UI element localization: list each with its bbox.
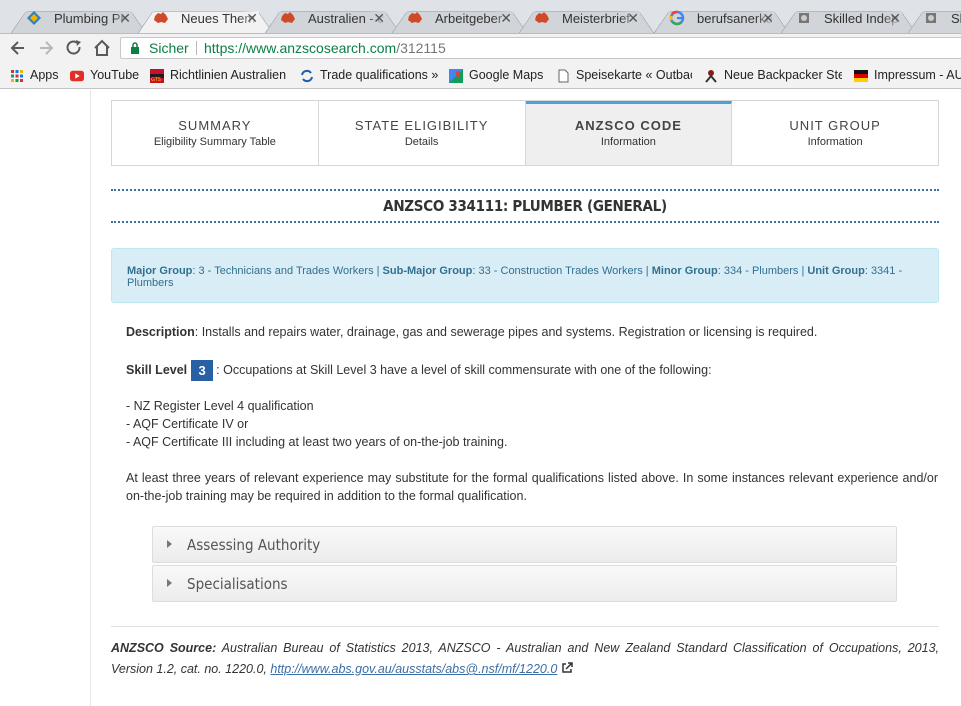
australia-map-favicon-icon	[408, 12, 422, 23]
unit-group-label: Unit Group	[807, 265, 865, 277]
close-tab-icon[interactable]: ✕	[500, 11, 512, 25]
group-info-box: Major Group: 3 - Technicians and Trades …	[111, 248, 939, 303]
sub-major-group-label: Sub-Major Group	[382, 265, 473, 277]
major-group-label: Major Group	[127, 265, 193, 277]
apps-grid-icon	[11, 69, 23, 82]
close-tab-icon[interactable]: ✕	[762, 11, 774, 25]
minor-group-label: Minor Group	[651, 265, 718, 277]
australia-map-favicon-icon	[154, 12, 168, 23]
skill-level-badge: 3	[191, 360, 214, 382]
flag-icon: GTS	[150, 68, 164, 83]
bookmark-youtube[interactable]: YouTube	[70, 67, 139, 84]
page-title: ANZSCO 334111: PLUMBER (GENERAL)	[111, 189, 939, 223]
close-tab-icon[interactable]: ✕	[246, 11, 258, 25]
page-tabs: SUMMARY Eligibility Summary Table STATE …	[111, 100, 939, 166]
browser-tab[interactable]: Skilled Indep ✕	[780, 2, 917, 33]
back-arrow-icon[interactable]	[8, 38, 28, 58]
accordion-specialisations[interactable]: Specialisations	[152, 565, 897, 602]
description: Description: Installs and repairs water,…	[126, 325, 818, 339]
bookmark-richtlinien[interactable]: GTS Richtlinien Australien	[150, 67, 302, 84]
lock-icon	[131, 42, 139, 54]
list-item: - AQF Certificate IV or	[126, 417, 249, 431]
experience-note: At least three years of relevant experie…	[126, 471, 938, 503]
list-item: - AQF Certificate III including at least…	[126, 435, 508, 449]
caret-right-icon	[167, 540, 172, 548]
source-link[interactable]: http://www.abs.gov.au/ausstats/abs@.nsf/…	[270, 662, 557, 676]
browser-tab[interactable]: Plumbing Pr ✕	[10, 2, 147, 33]
qualification-list: - NZ Register Level 4 qualification - AQ…	[126, 397, 938, 451]
diamond-favicon-icon	[27, 11, 41, 25]
secure-label: Sicher	[149, 40, 189, 56]
url-text: https://www.anzscosearch.com/312115	[204, 40, 446, 56]
close-tab-icon[interactable]: ✕	[627, 11, 639, 25]
bookmark-google-maps[interactable]: Google Maps	[449, 67, 543, 84]
page-content: SUMMARY Eligibility Summary Table STATE …	[0, 90, 961, 706]
address-toolbar: Sicher https://www.anzscosearch.com/3121…	[0, 34, 961, 62]
google-maps-icon	[449, 68, 463, 83]
person-icon	[705, 69, 717, 83]
url-bar[interactable]: Sicher https://www.anzscosearch.com/3121…	[120, 37, 961, 59]
close-tab-icon[interactable]: ✕	[889, 11, 901, 25]
reload-icon[interactable]	[64, 38, 84, 58]
refresh-logo-icon	[301, 69, 313, 82]
caret-right-icon	[167, 579, 172, 587]
bookmark-trade-qualifications[interactable]: Trade qualifications »	[300, 67, 438, 84]
browser-tab[interactable]: Arbeitgeber ✕	[391, 2, 528, 33]
source-citation: ANZSCO Source: Australian Bureau of Stat…	[111, 641, 939, 676]
forward-arrow-icon[interactable]	[36, 38, 56, 58]
close-tab-icon[interactable]: ✕	[373, 11, 385, 25]
tab-unit-group[interactable]: UNIT GROUP Information	[732, 101, 938, 165]
bookmark-backpacker[interactable]: Neue Backpacker Steu	[704, 67, 842, 84]
google-favicon-icon	[669, 10, 685, 26]
document-icon	[558, 69, 569, 82]
browser-tab[interactable]: Ski	[907, 2, 961, 33]
list-item: - NZ Register Level 4 qualification	[126, 399, 314, 413]
tab-state-eligibility[interactable]: STATE ELIGIBILITY Details	[318, 101, 526, 165]
german-flag-icon	[854, 69, 868, 82]
coat-of-arms-favicon-icon	[799, 13, 809, 23]
youtube-icon	[70, 70, 84, 81]
external-link-icon[interactable]	[561, 662, 573, 674]
coat-of-arms-favicon-icon	[926, 13, 936, 23]
svg-text:GTS: GTS	[151, 77, 161, 83]
browser-tab-active[interactable]: Neues Them ✕	[137, 2, 274, 33]
australia-map-favicon-icon	[535, 12, 549, 23]
bookmark-apps[interactable]: Apps	[10, 67, 59, 84]
home-icon[interactable]	[92, 38, 112, 58]
browser-tab[interactable]: Meisterbrief ✕	[518, 2, 655, 33]
tab-anzsco-code[interactable]: ANZSCO CODE Information	[525, 101, 733, 165]
bookmark-impressum[interactable]: Impressum - AU	[854, 67, 961, 84]
tab-summary[interactable]: SUMMARY Eligibility Summary Table	[112, 101, 319, 165]
australia-map-favicon-icon	[281, 12, 295, 23]
browser-tab[interactable]: Australien - c ✕	[264, 2, 401, 33]
bookmarks-bar: Apps YouTube GTS Richtlinien Australien …	[0, 62, 961, 89]
browser-tab-strip: Plumbing Pr ✕ Neues Them ✕ Australien - …	[0, 0, 961, 34]
skill-level: Skill Level 3: Occupations at Skill Level…	[126, 358, 938, 382]
close-tab-icon[interactable]: ✕	[119, 11, 131, 25]
browser-tab[interactable]: berufsanerke ✕	[653, 2, 790, 33]
accordion-assessing-authority[interactable]: Assessing Authority	[152, 526, 897, 563]
bookmark-speisekarte[interactable]: Speisekarte « Outback	[556, 67, 692, 84]
